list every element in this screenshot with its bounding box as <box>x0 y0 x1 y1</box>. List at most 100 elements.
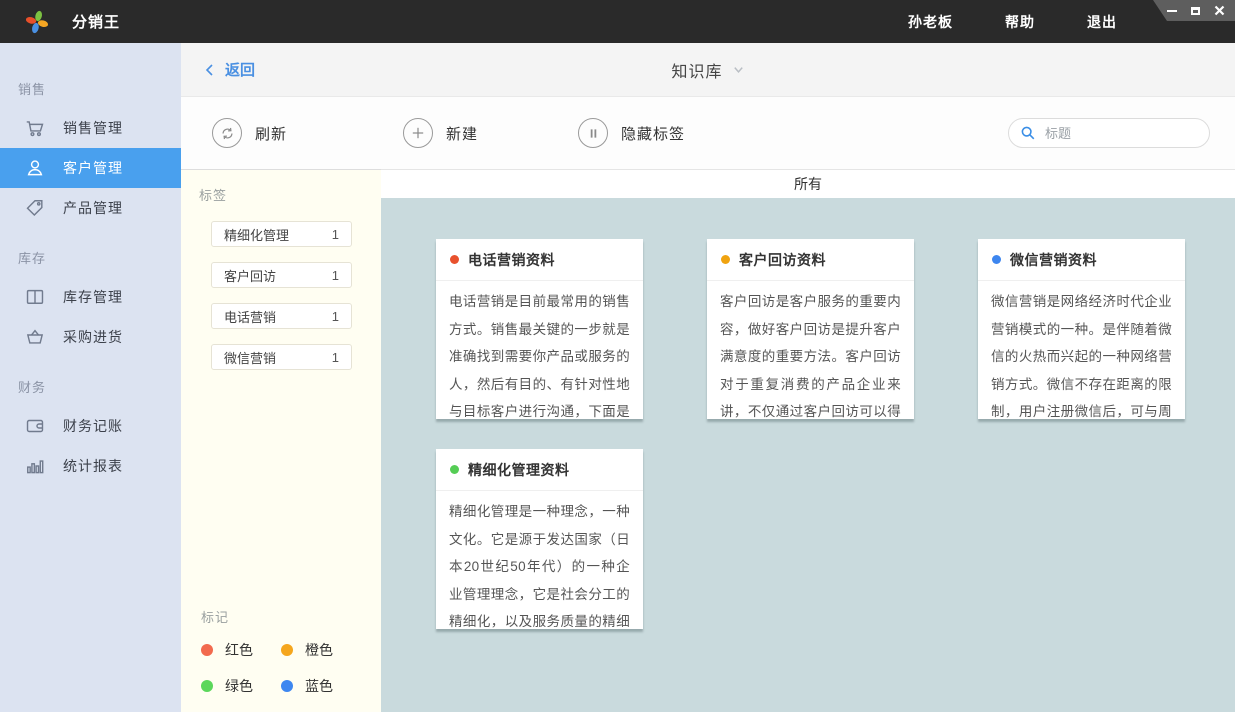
mark-name: 绿色 <box>225 676 253 696</box>
page-header: 返回 知识库 <box>181 43 1235 97</box>
orange-dot-icon <box>281 644 293 656</box>
app-window: 分销王 孙老板 帮助 退出 销售 销售管理 <box>0 0 1235 712</box>
sidebar-section-inventory: 库存 <box>0 228 181 277</box>
tag-name: 微信营销 <box>224 348 276 367</box>
plus-icon <box>410 125 426 141</box>
back-button[interactable]: 返回 <box>203 59 255 80</box>
user-icon <box>24 157 46 179</box>
card-telemarketing[interactable]: 电话营销资料 电话营销是目前最常用的销售方式。销售最关键的一步就是准确找到需要你… <box>436 239 643 419</box>
cards-area: 电话营销资料 电话营销是目前最常用的销售方式。销售最关键的一步就是准确找到需要你… <box>381 198 1235 712</box>
red-dot-icon <box>450 255 459 264</box>
tags-panel: 标签 精细化管理 1 客户回访 1 电话营销 1 微信营销 <box>181 169 381 712</box>
tag-count: 1 <box>332 268 339 283</box>
pause-icon <box>586 126 601 141</box>
book-icon <box>24 286 46 308</box>
green-dot-icon <box>450 465 459 474</box>
tag-chip-telemarketing[interactable]: 电话营销 1 <box>211 303 352 329</box>
tag-count: 1 <box>332 227 339 242</box>
new-button[interactable]: 新建 <box>403 118 478 148</box>
card-title: 电话营销资料 <box>468 250 555 270</box>
mark-green[interactable]: 绿色 <box>201 676 281 696</box>
titlebar: 分销王 孙老板 帮助 退出 <box>0 0 1235 43</box>
tags-label: 标签 <box>199 185 381 204</box>
hide-tags-button[interactable]: 隐藏标签 <box>578 118 685 148</box>
mark-name: 橙色 <box>305 640 333 660</box>
card-body: 电话营销是目前最常用的销售方式。销售最关键的一步就是准确找到需要你产品或服务的人… <box>436 281 643 419</box>
chart-icon <box>24 455 46 477</box>
card-title: 微信营销资料 <box>1010 250 1097 270</box>
window-controls <box>1153 0 1235 21</box>
sidebar-section-sales: 销售 <box>0 59 181 108</box>
marks-label: 标记 <box>201 607 381 626</box>
sidebar-item-label: 库存管理 <box>63 287 123 307</box>
help-menu[interactable]: 帮助 <box>1005 12 1035 32</box>
card-customer-followup[interactable]: 客户回访资料 客户回访是客户服务的重要内容，做好客户回访是提升客户满意度的重要方… <box>707 239 914 419</box>
tag-count: 1 <box>332 309 339 324</box>
mark-red[interactable]: 红色 <box>201 640 281 660</box>
tag-chip-wechat-marketing[interactable]: 微信营销 1 <box>211 344 352 370</box>
search-box <box>1008 118 1210 148</box>
refresh-icon <box>219 125 236 142</box>
app-title: 分销王 <box>72 11 120 32</box>
orange-dot-icon <box>721 255 730 264</box>
green-dot-icon <box>201 680 213 692</box>
chevron-left-icon <box>203 63 217 77</box>
sidebar-item-label: 采购进货 <box>63 327 123 347</box>
maximize-icon[interactable] <box>1190 5 1201 16</box>
close-icon[interactable] <box>1214 5 1225 16</box>
blue-dot-icon <box>992 255 1001 264</box>
basket-icon <box>24 326 46 348</box>
sidebar-item-reports[interactable]: 统计报表 <box>0 446 181 486</box>
blue-dot-icon <box>281 680 293 692</box>
page-title[interactable]: 知识库 <box>671 58 722 82</box>
tag-icon <box>24 197 46 219</box>
card-body: 微信营销是网络经济时代企业营销模式的一种。是伴随着微信的火热而兴起的一种网络营销… <box>978 281 1185 419</box>
app-logo-pinwheel-icon <box>24 9 50 35</box>
card-body: 精细化管理是一种理念，一种文化。它是源于发达国家（日本20世纪50年代）的一种企… <box>436 491 643 629</box>
sidebar-item-label: 统计报表 <box>63 456 123 476</box>
sidebar-item-inventory-management[interactable]: 库存管理 <box>0 277 181 317</box>
minimize-icon[interactable] <box>1166 5 1177 16</box>
mark-orange[interactable]: 橙色 <box>281 640 361 660</box>
group-header-all[interactable]: 所有 <box>381 169 1235 198</box>
search-input[interactable] <box>1008 118 1210 148</box>
marks-section: 标记 红色 橙色 绿色 <box>181 607 381 712</box>
sidebar-item-sales-management[interactable]: 销售管理 <box>0 108 181 148</box>
card-refined-management[interactable]: 精细化管理资料 精细化管理是一种理念，一种文化。它是源于发达国家（日本20世纪5… <box>436 449 643 629</box>
sidebar-item-label: 产品管理 <box>63 198 123 218</box>
tag-name: 客户回访 <box>224 266 276 285</box>
tag-chip-customer-followup[interactable]: 客户回访 1 <box>211 262 352 288</box>
logout-button[interactable]: 退出 <box>1087 12 1117 32</box>
sidebar: 销售 销售管理 客户管理 产品管理 <box>0 43 181 712</box>
sidebar-item-purchasing[interactable]: 采购进货 <box>0 317 181 357</box>
tag-chip-refined-management[interactable]: 精细化管理 1 <box>211 221 352 247</box>
search-icon <box>1020 125 1036 141</box>
tag-name: 电话营销 <box>224 307 276 326</box>
red-dot-icon <box>201 644 213 656</box>
mark-name: 蓝色 <box>305 676 333 696</box>
back-label: 返回 <box>225 59 255 80</box>
knowledge-board: 所有 电话营销资料 电话营销是目前最常用的销售方式。销售最关键的一步就是准确找到… <box>381 169 1235 712</box>
sidebar-item-customer-management[interactable]: 客户管理 <box>0 148 181 188</box>
sidebar-section-finance: 财务 <box>0 357 181 406</box>
cart-icon <box>24 117 46 139</box>
hide-tags-label: 隐藏标签 <box>621 123 685 144</box>
new-label: 新建 <box>446 123 478 144</box>
card-wechat-marketing[interactable]: 微信营销资料 微信营销是网络经济时代企业营销模式的一种。是伴随着微信的火热而兴起… <box>978 239 1185 419</box>
sidebar-item-label: 销售管理 <box>63 118 123 138</box>
tag-count: 1 <box>332 350 339 365</box>
chevron-down-icon[interactable] <box>732 63 745 76</box>
card-title: 精细化管理资料 <box>468 460 570 480</box>
wallet-icon <box>24 415 46 437</box>
user-menu[interactable]: 孙老板 <box>908 12 953 32</box>
mark-name: 红色 <box>225 640 253 660</box>
sidebar-item-product-management[interactable]: 产品管理 <box>0 188 181 228</box>
card-title: 客户回访资料 <box>739 250 826 270</box>
sidebar-item-label: 财务记账 <box>63 416 123 436</box>
mark-blue[interactable]: 蓝色 <box>281 676 361 696</box>
sidebar-item-bookkeeping[interactable]: 财务记账 <box>0 406 181 446</box>
refresh-button[interactable]: 刷新 <box>212 118 287 148</box>
sidebar-item-label: 客户管理 <box>63 158 123 178</box>
card-body: 客户回访是客户服务的重要内容，做好客户回访是提升客户满意度的重要方法。客户回访对… <box>707 281 914 419</box>
toolbar: 刷新 新建 隐藏标签 <box>181 97 1235 169</box>
